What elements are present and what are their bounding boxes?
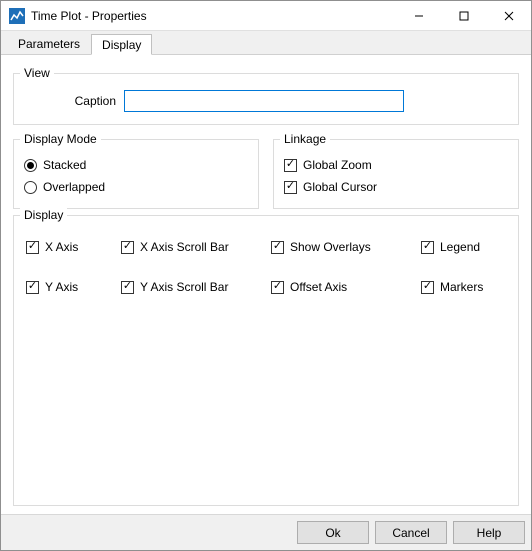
minimize-button[interactable] — [396, 1, 441, 31]
group-linkage-legend: Linkage — [280, 132, 330, 146]
check-y-axis[interactable]: Y Axis — [26, 276, 121, 298]
checkbox-icon — [271, 241, 284, 254]
check-x-axis-label: X Axis — [45, 240, 78, 254]
checkbox-icon — [121, 281, 134, 294]
check-x-axis-scroll[interactable]: X Axis Scroll Bar — [121, 236, 271, 258]
close-button[interactable] — [486, 1, 531, 31]
group-view-legend: View — [20, 66, 54, 80]
check-x-axis[interactable]: X Axis — [26, 236, 121, 258]
radio-overlapped[interactable]: Overlapped — [24, 176, 248, 198]
check-show-overlays[interactable]: Show Overlays — [271, 236, 421, 258]
group-display-mode: Display Mode Stacked Overlapped — [13, 139, 259, 209]
radio-stacked[interactable]: Stacked — [24, 154, 248, 176]
check-markers[interactable]: Markers — [421, 276, 521, 298]
checkbox-icon — [121, 241, 134, 254]
title-bar: Time Plot - Properties — [1, 1, 531, 31]
group-view: View Caption — [13, 73, 519, 125]
radio-stacked-label: Stacked — [43, 158, 86, 172]
tab-strip: Parameters Display — [1, 31, 531, 55]
group-linkage: Linkage Global Zoom Global Cursor — [273, 139, 519, 209]
checkbox-icon — [284, 181, 297, 194]
group-display-mode-legend: Display Mode — [20, 132, 101, 146]
checkbox-icon — [271, 281, 284, 294]
content-area: View Caption Display Mode Stacked Overla… — [1, 55, 531, 514]
app-icon — [9, 8, 25, 24]
dialog-window: Time Plot - Properties Parameters Displa… — [0, 0, 532, 551]
ok-button[interactable]: Ok — [297, 521, 369, 544]
cancel-button[interactable]: Cancel — [375, 521, 447, 544]
check-legend-label: Legend — [440, 240, 480, 254]
checkbox-icon — [421, 281, 434, 294]
caption-input[interactable] — [124, 90, 404, 112]
tab-parameters[interactable]: Parameters — [7, 33, 91, 54]
help-button[interactable]: Help — [453, 521, 525, 544]
check-global-zoom[interactable]: Global Zoom — [284, 154, 508, 176]
check-y-axis-label: Y Axis — [45, 280, 78, 294]
check-show-overlays-label: Show Overlays — [290, 240, 371, 254]
check-global-cursor[interactable]: Global Cursor — [284, 176, 508, 198]
checkbox-icon — [421, 241, 434, 254]
check-markers-label: Markers — [440, 280, 483, 294]
check-offset-axis-label: Offset Axis — [290, 280, 347, 294]
check-global-cursor-label: Global Cursor — [303, 180, 377, 194]
radio-overlapped-label: Overlapped — [43, 180, 105, 194]
radio-icon — [24, 159, 37, 172]
check-legend[interactable]: Legend — [421, 236, 521, 258]
checkbox-icon — [26, 281, 39, 294]
check-offset-axis[interactable]: Offset Axis — [271, 276, 421, 298]
checkbox-icon — [26, 241, 39, 254]
group-display-legend: Display — [20, 208, 67, 222]
check-y-axis-scroll-label: Y Axis Scroll Bar — [140, 280, 228, 294]
check-y-axis-scroll[interactable]: Y Axis Scroll Bar — [121, 276, 271, 298]
tab-display[interactable]: Display — [91, 34, 152, 55]
maximize-button[interactable] — [441, 1, 486, 31]
group-display: Display X Axis X Axis Scroll Bar Show Ov… — [13, 215, 519, 506]
checkbox-icon — [284, 159, 297, 172]
button-bar: Ok Cancel Help — [1, 514, 531, 550]
window-title: Time Plot - Properties — [31, 9, 147, 23]
check-global-zoom-label: Global Zoom — [303, 158, 372, 172]
radio-icon — [24, 181, 37, 194]
check-x-axis-scroll-label: X Axis Scroll Bar — [140, 240, 229, 254]
caption-label: Caption — [64, 94, 124, 108]
